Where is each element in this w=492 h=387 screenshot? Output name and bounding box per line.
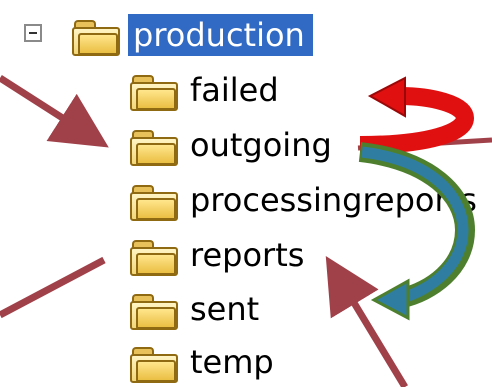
tree-item-label: sent <box>190 290 260 328</box>
tree-item-label: processingreports <box>190 181 477 219</box>
tree-item-failed[interactable]: failed <box>128 66 279 114</box>
folder-tree: production failed outgoing processingrep… <box>0 0 492 387</box>
tree-item-label: outgoing <box>190 126 332 164</box>
folder-icon <box>128 289 178 330</box>
tree-item-production[interactable]: production <box>70 11 313 59</box>
tree-item-outgoing[interactable]: outgoing <box>128 121 332 169</box>
tree-item-label: temp <box>190 343 274 381</box>
tree-item-label: failed <box>190 71 279 109</box>
folder-open-icon <box>70 15 120 56</box>
tree-item-label: production <box>128 14 313 56</box>
tree-item-reports[interactable]: reports <box>128 231 304 279</box>
folder-icon <box>128 342 178 383</box>
collapse-toggle[interactable] <box>24 24 42 42</box>
tree-item-temp[interactable]: temp <box>128 338 274 386</box>
folder-icon <box>128 235 178 276</box>
tree-item-label: reports <box>190 236 305 274</box>
folder-icon <box>128 125 178 166</box>
folder-icon <box>128 70 178 111</box>
tree-item-sent[interactable]: sent <box>128 285 259 333</box>
tree-item-processingreports[interactable]: processingreports <box>128 176 477 224</box>
folder-icon <box>128 180 178 221</box>
